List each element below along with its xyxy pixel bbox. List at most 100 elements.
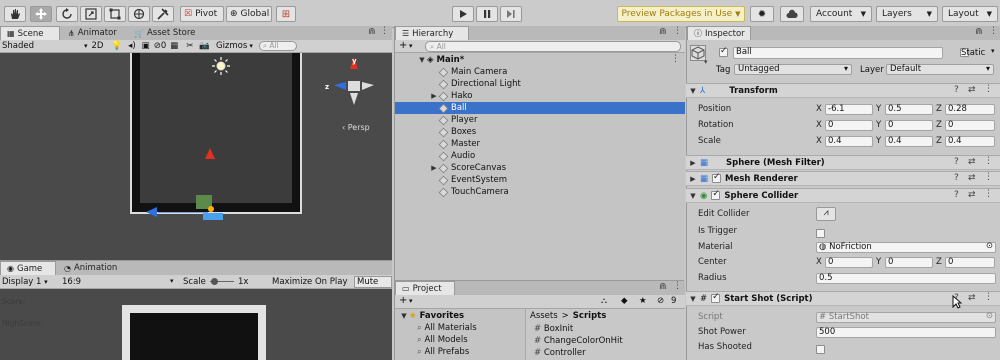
lock-icon[interactable]: ⋒ bbox=[659, 282, 667, 292]
preset-icon[interactable]: ⇄ bbox=[968, 85, 976, 95]
effects-toggle-icon[interactable]: ▣ bbox=[142, 41, 150, 51]
tab-asset-store[interactable]: 🛒 Asset Store bbox=[128, 26, 201, 40]
hierarchy-item[interactable]: Master bbox=[395, 138, 480, 150]
menu-icon[interactable]: ⋮ bbox=[380, 26, 389, 36]
layers-dropdown[interactable]: Layers ▼ bbox=[876, 6, 938, 22]
game-viewport[interactable]: Score: HighScore: bbox=[0, 289, 392, 360]
light-toggle-icon[interactable]: 💡 bbox=[111, 41, 122, 51]
mode-2d-toggle[interactable]: 2D bbox=[92, 41, 104, 51]
rotation-x-field[interactable]: 0 bbox=[825, 119, 873, 131]
persp-label[interactable]: ‹ Persp bbox=[342, 123, 370, 132]
component-menu-icon[interactable]: ⋮ bbox=[984, 84, 993, 94]
hierarchy-item[interactable]: Audio bbox=[395, 150, 475, 162]
help-icon[interactable]: ? bbox=[954, 157, 959, 167]
edit-collider-button[interactable]: ⩘ bbox=[816, 207, 836, 221]
hand-tool-button[interactable] bbox=[4, 6, 26, 22]
expand-arrow-icon[interactable]: ▼ bbox=[688, 87, 698, 95]
grid-toggle-icon[interactable]: ▦ bbox=[170, 41, 178, 51]
maximize-on-play-toggle[interactable]: Maximize On Play bbox=[272, 277, 347, 287]
hierarchy-item[interactable]: TouchCamera bbox=[395, 186, 509, 198]
display-dropdown[interactable]: Display 1 ▾ bbox=[2, 277, 48, 287]
mesh-filter-header[interactable]: ▶ ▦ Sphere (Mesh Filter) ? ⇄ ⋮ bbox=[686, 155, 1000, 170]
sphere-collider-enabled-checkbox[interactable] bbox=[711, 189, 721, 200]
shot-power-field[interactable]: 500 bbox=[816, 326, 996, 338]
directional-light-icon[interactable] bbox=[212, 57, 230, 75]
pause-button[interactable] bbox=[476, 6, 498, 22]
lock-icon[interactable]: ⋒ bbox=[368, 27, 376, 37]
favorites-header[interactable]: ▼ ★ Favorites bbox=[399, 311, 464, 321]
y-axis-handle[interactable] bbox=[204, 148, 216, 160]
position-y-field[interactable]: 0.5 bbox=[885, 103, 933, 115]
orientation-gizmo[interactable]: y z bbox=[320, 55, 382, 119]
rotation-z-field[interactable]: 0 bbox=[945, 119, 995, 131]
file-item[interactable]: # ChangeColorOnHit bbox=[534, 336, 623, 346]
play-button[interactable] bbox=[452, 6, 474, 22]
audio-toggle-icon[interactable]: ◂) bbox=[128, 41, 136, 51]
tab-inspector[interactable]: ⓘ Inspector bbox=[687, 26, 751, 40]
menu-icon[interactable]: ⋮ bbox=[673, 26, 682, 36]
breadcrumb-assets[interactable]: Assets bbox=[530, 311, 558, 321]
step-button[interactable] bbox=[500, 6, 522, 22]
gizmos-dropdown[interactable]: Gizmos bbox=[216, 41, 247, 51]
scene-menu-icon[interactable]: ⋮ bbox=[671, 54, 680, 64]
sphere-collider-header[interactable]: ▼ ◉ Sphere Collider ? ⇄ ⋮ bbox=[686, 188, 1000, 203]
collapse-arrow-icon[interactable]: ▶ bbox=[688, 175, 698, 183]
file-item[interactable]: # Controller bbox=[534, 348, 586, 358]
favorite-icon[interactable]: ★ bbox=[639, 296, 647, 306]
snap-toggle[interactable]: ⊞ bbox=[276, 6, 296, 22]
menu-icon[interactable]: ⋮ bbox=[673, 281, 682, 291]
breadcrumb-scripts[interactable]: Scripts bbox=[573, 311, 606, 321]
menu-icon[interactable]: ⋮ bbox=[989, 26, 998, 36]
shading-dropdown[interactable]: Shaded bbox=[2, 41, 82, 51]
create-button[interactable]: + bbox=[399, 40, 407, 51]
component-menu-icon[interactable]: ⋮ bbox=[984, 292, 993, 302]
search-by-type-icon[interactable]: ⛬ bbox=[601, 296, 607, 306]
expand-arrow-icon[interactable]: ▼ bbox=[417, 56, 427, 64]
tab-animation[interactable]: ◔ Animation bbox=[58, 261, 123, 275]
scale-y-field[interactable]: 0.4 bbox=[885, 135, 933, 147]
component-menu-icon[interactable]: ⋮ bbox=[984, 189, 993, 199]
radius-field[interactable]: 0.5 bbox=[816, 272, 996, 284]
hierarchy-item[interactable]: Main Camera bbox=[395, 66, 507, 78]
hierarchy-item[interactable]: ▶ ScoreCanvas bbox=[395, 162, 506, 174]
tab-scene[interactable]: ▦ Scene bbox=[0, 26, 60, 40]
move-tool-button[interactable] bbox=[30, 6, 52, 22]
help-icon[interactable]: ? bbox=[954, 190, 959, 200]
scale-x-field[interactable]: 0.4 bbox=[825, 135, 873, 147]
scene-viewport[interactable]: y z ‹ Persp bbox=[0, 53, 392, 260]
x-axis-handle[interactable] bbox=[146, 206, 158, 218]
tab-project[interactable]: ▭ Project bbox=[395, 281, 455, 295]
hierarchy-search-input[interactable]: ⌕ All bbox=[425, 41, 681, 52]
hierarchy-item[interactable]: Boxes bbox=[395, 126, 476, 138]
cloud-button[interactable] bbox=[780, 6, 804, 22]
expand-arrow-icon[interactable]: ▼ bbox=[399, 312, 409, 320]
favorites-item[interactable]: ⌕ All Models bbox=[417, 335, 468, 345]
hierarchy-item[interactable]: Ball bbox=[395, 102, 685, 114]
is-trigger-checkbox[interactable] bbox=[816, 228, 825, 238]
create-asset-button[interactable]: + bbox=[399, 295, 407, 306]
account-dropdown[interactable]: Account ▼ bbox=[810, 6, 872, 22]
help-icon[interactable]: ? bbox=[954, 173, 959, 183]
rotate-tool-button[interactable] bbox=[56, 6, 78, 22]
collab-button[interactable]: ✹ bbox=[750, 6, 774, 22]
camera-icon[interactable]: 📷 bbox=[199, 41, 210, 51]
transform-header[interactable]: ▼ ⅄ Transform ? ⇄ ⋮ bbox=[686, 83, 1000, 98]
search-by-label-icon[interactable]: ◆ bbox=[621, 296, 628, 306]
tools-icon[interactable]: ✂ bbox=[186, 41, 193, 51]
component-menu-icon[interactable]: ⋮ bbox=[984, 172, 993, 182]
layout-dropdown[interactable]: Layout ▼ bbox=[942, 6, 998, 22]
expand-arrow-icon[interactable]: ▼ bbox=[688, 192, 698, 200]
object-name-input[interactable]: Ball bbox=[733, 47, 943, 59]
preset-icon[interactable]: ⇄ bbox=[968, 157, 976, 167]
tag-dropdown[interactable]: Untagged bbox=[734, 64, 852, 75]
mute-audio-toggle[interactable]: Mute Au bbox=[354, 276, 392, 288]
aspect-dropdown[interactable]: 16:9 bbox=[62, 277, 172, 287]
hierarchy-item[interactable]: Player bbox=[395, 114, 477, 126]
expand-arrow-icon[interactable]: ▼ bbox=[688, 295, 698, 303]
file-item[interactable]: # BoxInit bbox=[534, 324, 573, 334]
hidden-objects-icon[interactable]: ⊘ bbox=[154, 41, 161, 51]
custom-tool-button[interactable] bbox=[152, 6, 174, 22]
preset-icon[interactable]: ⇄ bbox=[968, 293, 976, 303]
active-checkbox[interactable] bbox=[719, 46, 728, 57]
rotation-y-field[interactable]: 0 bbox=[885, 119, 933, 131]
